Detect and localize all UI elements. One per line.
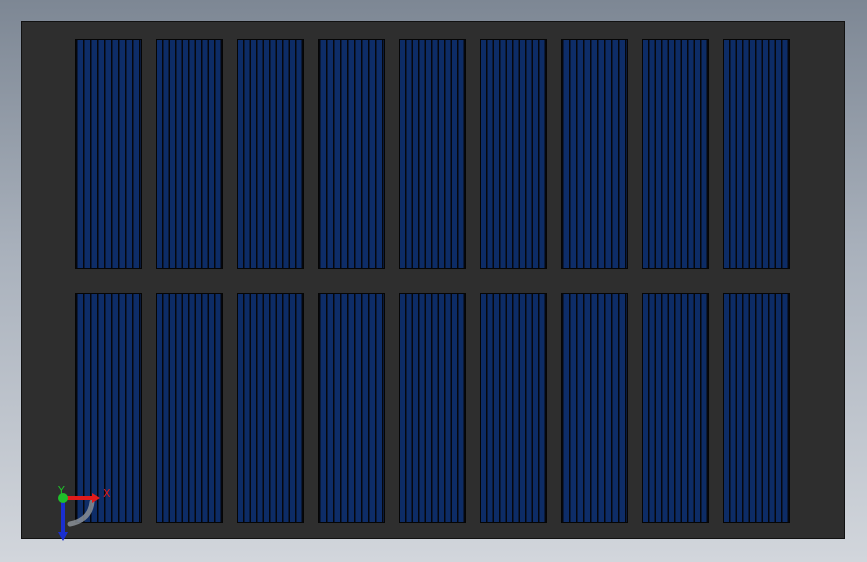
solar-cell[interactable] <box>318 293 385 523</box>
solar-cell[interactable] <box>318 39 385 269</box>
solar-cell[interactable] <box>75 39 142 269</box>
solar-cell[interactable] <box>561 293 628 523</box>
z-axis-arrow <box>58 532 68 541</box>
solar-cell[interactable] <box>399 293 466 523</box>
solar-panel-model[interactable] <box>21 21 845 539</box>
cell-row-bottom <box>75 293 790 523</box>
solar-cell[interactable] <box>642 293 709 523</box>
solar-cell[interactable] <box>642 39 709 269</box>
solar-cell[interactable] <box>480 293 547 523</box>
solar-cell[interactable] <box>237 39 304 269</box>
solar-cell[interactable] <box>723 39 790 269</box>
solar-cell[interactable] <box>399 39 466 269</box>
x-axis-arrow <box>92 493 100 503</box>
solar-cell[interactable] <box>237 293 304 523</box>
solar-cell[interactable] <box>723 293 790 523</box>
cell-row-top <box>75 39 790 269</box>
reference-triad: X Y <box>48 484 118 544</box>
triad-rotation-arc <box>67 499 95 527</box>
solar-cell[interactable] <box>480 39 547 269</box>
y-axis-label: Y <box>57 484 65 497</box>
graphics-viewport[interactable]: X Y <box>0 0 867 562</box>
solar-cell[interactable] <box>156 39 223 269</box>
solar-cell[interactable] <box>156 293 223 523</box>
solar-cell[interactable] <box>561 39 628 269</box>
x-axis-label: X <box>103 487 111 500</box>
